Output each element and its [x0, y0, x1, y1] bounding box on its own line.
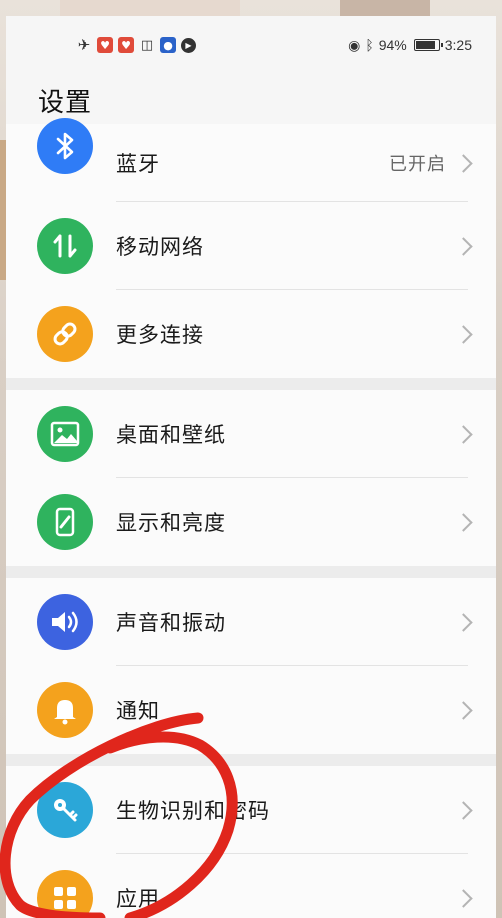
group-separator: [6, 378, 496, 390]
mobile-data-icon: [37, 218, 93, 274]
status-bar-right: ◉ ᛒ 94% 3:25: [348, 36, 472, 54]
settings-item-mobile-network[interactable]: 移动网络: [6, 202, 496, 290]
chevron-right-icon: [454, 324, 473, 344]
chevron-right-icon: [454, 236, 473, 256]
chevron-right-icon: [454, 424, 473, 444]
app-icon-blue: ●: [160, 37, 176, 53]
link-icon: [37, 306, 93, 362]
battery-percent: 94%: [378, 37, 407, 53]
phone-brightness-icon: [37, 494, 93, 550]
bluetooth-icon: ᛒ: [365, 37, 374, 53]
group-separator: [6, 566, 496, 578]
settings-item-label: 移动网络: [116, 235, 204, 259]
settings-item-notifications[interactable]: 通知: [6, 666, 496, 754]
settings-item-biometrics-password[interactable]: 生物识别和密码: [6, 766, 496, 854]
chevron-right-icon: [454, 700, 473, 720]
app-icon-red: ♥: [97, 37, 113, 53]
settings-group-connectivity: 蓝牙 已开启 移动网络 更多连接: [6, 118, 496, 378]
key-icon: [37, 782, 93, 838]
status-time: 3:25: [444, 37, 472, 53]
settings-group-sound: 声音和振动 通知: [6, 578, 496, 754]
settings-item-label: 显示和亮度: [116, 511, 226, 535]
group-separator: [6, 754, 496, 766]
bluetooth-icon: [37, 118, 93, 174]
settings-group-security: 生物识别和密码 应用: [6, 766, 496, 918]
settings-item-more-connections[interactable]: 更多连接: [6, 290, 496, 378]
eye-icon: ◉: [348, 36, 361, 53]
background-photo-top: [60, 0, 240, 16]
bell-icon: [37, 682, 93, 738]
settings-screen: ✈ ♥ ♥ ◫ ● ▶ ◉ ᛒ 94% 3:25 设置 蓝牙 已开启 移动网络 …: [6, 16, 496, 918]
settings-item-display-brightness[interactable]: 显示和亮度: [6, 478, 496, 566]
settings-list[interactable]: 蓝牙 已开启 移动网络 更多连接 桌面和壁纸 显示和亮度 声音和振动 通知 生物…: [6, 118, 496, 918]
airplane-icon: ✈: [77, 36, 91, 54]
chevron-right-icon: [454, 512, 473, 532]
play-icon: ▶: [181, 37, 196, 53]
settings-item-sound-vibration[interactable]: 声音和振动: [6, 578, 496, 666]
settings-item-label: 声音和振动: [116, 611, 226, 635]
settings-item-wallpaper[interactable]: 桌面和壁纸: [6, 390, 496, 478]
app-icon-red-2: ♥: [118, 37, 134, 53]
settings-item-label: 更多连接: [116, 323, 204, 347]
battery-icon: [413, 39, 443, 51]
status-bar: ✈ ♥ ♥ ◫ ● ▶ ◉ ᛒ 94% 3:25: [6, 16, 496, 72]
page-title: 设置: [38, 88, 93, 118]
settings-item-label: 应用: [116, 887, 160, 911]
shield-icon: ◫: [140, 37, 154, 53]
speaker-icon: [37, 594, 93, 650]
settings-item-bluetooth[interactable]: 蓝牙 已开启: [6, 118, 496, 202]
background-photo-top-right: [340, 0, 430, 16]
settings-item-apps[interactable]: 应用: [6, 854, 496, 918]
settings-item-label: 蓝牙: [116, 152, 160, 176]
apps-grid-icon: [37, 870, 93, 918]
settings-item-label: 桌面和壁纸: [116, 423, 226, 447]
settings-group-display: 桌面和壁纸 显示和亮度: [6, 390, 496, 566]
chevron-right-icon: [454, 800, 473, 820]
chevron-right-icon: [454, 888, 473, 908]
settings-item-label: 生物识别和密码: [116, 799, 270, 823]
image-icon: [37, 406, 93, 462]
settings-item-value: 已开启: [389, 154, 446, 175]
chevron-right-icon: [454, 153, 473, 173]
settings-item-label: 通知: [116, 699, 160, 723]
status-bar-left-icons: ✈ ♥ ♥ ◫ ● ▶: [76, 36, 196, 54]
chevron-right-icon: [454, 612, 473, 632]
